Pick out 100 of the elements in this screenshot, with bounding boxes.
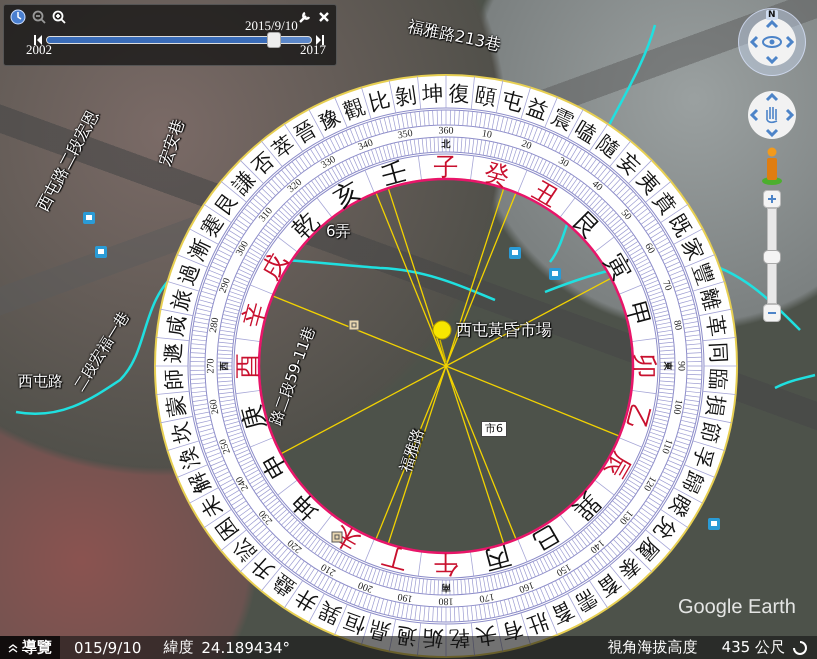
look-control[interactable]: N [738, 8, 806, 76]
mountain-label: 丙 [482, 540, 514, 576]
degree-label: 140 [588, 536, 606, 556]
mountain-label: 巳 [527, 520, 564, 558]
degree-label: 220 [286, 536, 304, 556]
hexagram-label: 有 [499, 616, 526, 645]
hexagram-label: 損 [702, 394, 730, 418]
tour-button[interactable]: 導覽 [0, 636, 60, 659]
mountain-label: 坤 [286, 488, 324, 526]
degree-label: 190 [396, 590, 414, 604]
loading-spinner-icon [793, 640, 807, 654]
altitude-value: 435 公尺 [722, 638, 785, 657]
degree-label: 160 [517, 579, 536, 595]
direction-label: 北 [442, 140, 450, 150]
mountain-label: 子 [434, 152, 458, 182]
start-year: 2002 [26, 42, 52, 58]
degree-label: 70 [660, 279, 674, 292]
close-icon[interactable] [318, 11, 330, 23]
mountain-label: 卯 [630, 354, 660, 378]
degree-label: 310 [256, 206, 276, 224]
degree-label: 100 [670, 398, 684, 416]
hexagram-label: 姤 [422, 626, 444, 652]
mountain-label: 申 [254, 447, 292, 484]
degree-label: 170 [478, 590, 496, 604]
hexagram-label: 頤 [474, 82, 498, 110]
map-label: 二段宏福一巷 [70, 308, 134, 395]
mountain-label: 丑 [527, 174, 564, 212]
mountain-label: 乙 [620, 402, 656, 434]
mountain-label: 午 [434, 550, 458, 580]
square-marker-icon [348, 320, 360, 330]
eye-joystick-icon[interactable] [747, 17, 797, 67]
degree-label: 230 [256, 508, 276, 526]
degree-label: 360 [438, 126, 454, 136]
mountain-label: 戌 [254, 248, 292, 285]
status-date: 015/9/10 [74, 638, 142, 656]
degree-label: 350 [396, 128, 414, 142]
zoom-slider-thumb[interactable] [763, 250, 781, 264]
degree-label: 330 [319, 154, 338, 171]
mountain-label: 寅 [600, 248, 638, 285]
hexagram-label: 乾 [448, 626, 470, 652]
hand-joystick-icon[interactable] [747, 90, 797, 140]
zoom-in-button[interactable] [763, 190, 781, 208]
hexagram-label: 旅 [167, 286, 196, 313]
map-label: 福雅路 [396, 426, 428, 474]
hexagram-label: 革 [702, 314, 730, 338]
degree-label: 340 [356, 137, 375, 153]
skip-end-icon[interactable] [316, 35, 324, 45]
bus-stop-icon [549, 268, 561, 280]
degree-label: 260 [208, 398, 222, 416]
degree-label: 240 [234, 474, 251, 493]
clock-icon[interactable] [10, 9, 26, 25]
hexagram-label: 咸 [162, 314, 190, 338]
degree-label: 110 [659, 438, 674, 456]
degree-label: 80 [671, 319, 684, 332]
mountain-label: 癸 [482, 156, 514, 192]
logo: Google Earth [678, 596, 796, 619]
zoom-out-button[interactable] [763, 304, 781, 322]
hexagram-label: 鼎 [366, 616, 393, 645]
zoom-out-icon[interactable] [32, 10, 46, 24]
hexagram-label: 益 [524, 94, 552, 124]
hexagram-label: 恒 [340, 608, 368, 638]
mountain-label: 甲 [620, 298, 656, 330]
zoom-in-icon[interactable] [52, 10, 66, 24]
hexagram-label: 離 [696, 286, 725, 313]
hexagram-label: 臨 [706, 368, 732, 390]
hexagram-label: 渙 [174, 444, 204, 472]
hexagram-label: 復 [448, 80, 470, 106]
hexagram-label: 豐 [688, 260, 718, 288]
latitude-label: 緯度 [163, 638, 194, 657]
hexagram-label: 夬 [474, 622, 498, 650]
bus-stop-icon [83, 212, 95, 224]
direction-label: 西 [220, 362, 230, 370]
degree-label: 50 [618, 208, 634, 222]
bus-stop-icon [509, 247, 521, 259]
hexagram-label: 比 [366, 87, 393, 116]
direction-label: 南 [442, 582, 450, 592]
degree-label: 20 [520, 138, 533, 152]
degree-label: 200 [356, 579, 375, 595]
degree-label: 90 [676, 361, 686, 371]
altitude-label: 視角海拔高度 [608, 638, 698, 657]
degree-label: 60 [642, 241, 657, 256]
degree-label: 250 [217, 437, 233, 456]
degree-label: 280 [208, 316, 222, 334]
degree-label: 300 [234, 239, 251, 258]
wrench-icon[interactable] [298, 10, 312, 24]
direction-label: 東 [662, 362, 672, 370]
end-year: 2017 [300, 42, 326, 58]
hexagram-label: 遯 [160, 342, 186, 364]
degree-label: 30 [556, 155, 571, 170]
slider-thumb[interactable] [267, 32, 282, 48]
mountain-label: 酉 [232, 354, 262, 378]
pushpin-icon [432, 320, 452, 362]
hexagram-label: 師 [160, 368, 186, 390]
north-button[interactable]: N [766, 10, 778, 20]
current-date: 2015/9/10 [245, 18, 298, 34]
map-label: 6弄 [326, 222, 351, 241]
degree-label: 10 [480, 128, 493, 141]
map-label: 西屯路 [18, 372, 63, 391]
hexagram-label: 蒙 [162, 394, 190, 418]
skip-start-icon[interactable] [34, 35, 42, 45]
